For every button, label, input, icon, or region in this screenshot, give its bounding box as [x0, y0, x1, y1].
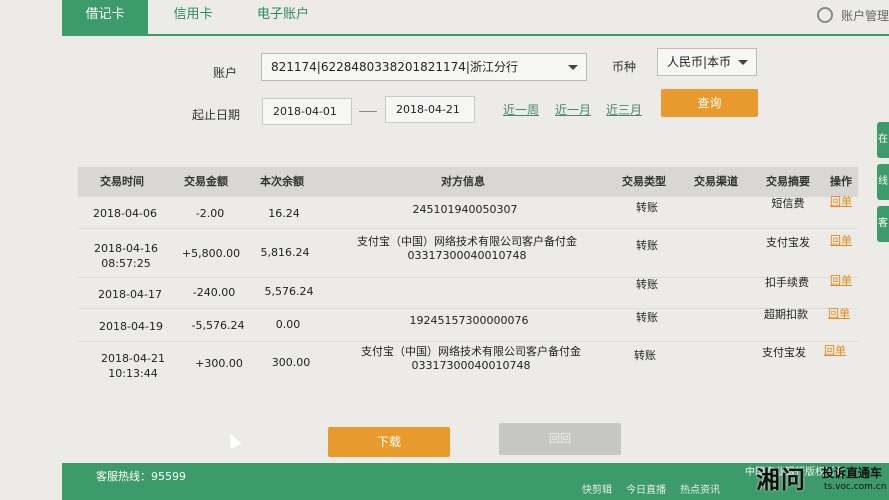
row-summary: 扣手续费: [765, 276, 809, 289]
receipt-button[interactable]: 回回: [499, 423, 621, 455]
row-type: 转账: [636, 201, 658, 214]
row-summary: 超期扣款: [764, 308, 808, 321]
receipt-link[interactable]: 回单: [820, 343, 850, 358]
taskbar-item[interactable]: 快剪辑: [582, 481, 612, 496]
row-time: 2018-04-17: [98, 288, 162, 301]
row-amount: -240.00: [192, 286, 236, 299]
row-balance: 5,816.24: [260, 246, 310, 259]
row-counterparty: 支付宝（中国）网络技术有限公司客户备付金: [357, 235, 577, 248]
watermark-text: 投诉直通车: [822, 466, 883, 480]
row-counterparty: 245101940050307: [412, 203, 518, 216]
side-tab[interactable]: 在: [877, 122, 889, 158]
watermark-url: ts.voc.com.cn: [824, 482, 887, 492]
row-time: 2018-04-16: [94, 242, 158, 255]
row-counterparty: 19245157300000076: [409, 314, 529, 327]
row-summary: 支付宝发: [762, 346, 806, 359]
header-channel: 交易渠道: [694, 175, 738, 188]
mouse-cursor-icon: [224, 431, 242, 449]
chevron-down-icon: [738, 60, 748, 65]
header-time: 交易时间: [100, 175, 144, 188]
header-type: 交易类型: [622, 175, 666, 188]
row-amount: +300.00: [195, 357, 243, 370]
row-balance: 0.00: [275, 318, 301, 331]
taskbar-item[interactable]: 今日直播: [626, 481, 666, 496]
row-balance: 5,576.24: [264, 285, 314, 298]
currency-select-value: 人民币|本币: [667, 55, 732, 69]
side-tab[interactable]: 线: [877, 164, 889, 200]
watermark: 湘问 投诉直通车 ts.voc.com.cn: [756, 460, 889, 500]
row-type: 转账: [634, 349, 656, 362]
date-range-separator: [359, 111, 377, 112]
row-summary: 短信费: [771, 197, 805, 210]
row-time: 2018-04-19: [99, 320, 163, 333]
row-time-detail: 10:13:44: [108, 367, 158, 380]
chevron-down-icon: [568, 65, 578, 70]
taskbar-item[interactable]: 热点资讯: [680, 481, 720, 496]
receipt-link[interactable]: 回单: [824, 306, 854, 321]
row-amount: -5,576.24: [191, 319, 245, 332]
row-counterparty: 支付宝（中国）网络技术有限公司客户备付金: [361, 345, 581, 358]
account-management-label: 账户管理: [840, 8, 889, 23]
header-balance: 本次余额: [260, 175, 304, 188]
tab-electronic-account[interactable]: 电子账户: [238, 0, 328, 34]
row-type: 转账: [636, 311, 658, 324]
side-tab[interactable]: 客: [877, 206, 889, 242]
receipt-link[interactable]: 回单: [826, 194, 856, 209]
table-row: 2018-04-19 -5,576.24 0.00 19245157300000…: [78, 306, 858, 342]
row-time-detail: 08:57:25: [101, 257, 151, 270]
quick-range-3months[interactable]: 近三月: [606, 101, 642, 118]
header-action: 操作: [830, 175, 852, 188]
table-row: 2018-04-16 08:57:25 +5,800.00 5,816.24 支…: [78, 229, 858, 278]
row-time: 2018-04-06: [93, 207, 157, 220]
watermark-logo: 湘问: [756, 466, 806, 494]
row-type: 转账: [636, 239, 658, 252]
table-row: 2018-04-06 -2.00 16.24 245101940050307 转…: [78, 195, 858, 229]
card-tabs: 借记卡 信用卡 电子账户 账户管理: [62, 0, 889, 36]
row-balance: 300.00: [271, 356, 311, 369]
currency-label: 币种: [612, 60, 637, 74]
service-hotline: 客服热线：95599: [96, 470, 186, 483]
quick-range-month[interactable]: 近一月: [555, 101, 591, 118]
account-select[interactable]: 821174|6228480338201821174|浙江分行: [261, 53, 587, 81]
end-date-input[interactable]: 2018-04-21: [385, 96, 475, 123]
header-amount: 交易金额: [184, 175, 228, 188]
row-amount: -2.00: [195, 207, 225, 220]
table-row: 2018-04-21 10:13:44 +300.00 300.00 支付宝（中…: [78, 342, 858, 392]
tab-credit-card[interactable]: 信用卡: [158, 0, 228, 34]
receipt-link[interactable]: 回单: [826, 233, 856, 248]
query-button[interactable]: 查询: [661, 89, 758, 117]
gear-icon: [816, 7, 833, 23]
account-management-link[interactable]: 账户管理: [816, 0, 889, 30]
currency-select[interactable]: 人民币|本币: [657, 48, 757, 76]
header-counterparty: 对方信息: [441, 175, 485, 188]
row-balance: 16.24: [268, 207, 300, 220]
header-summary: 交易摘要: [766, 175, 810, 188]
account-select-value: 821174|6228480338201821174|浙江分行: [271, 60, 518, 74]
account-label: 账户: [213, 66, 238, 80]
taskbar-items: 快剪辑 今日直播 热点资讯: [582, 481, 720, 496]
row-type: 转账: [636, 278, 658, 291]
receipt-link[interactable]: 回单: [826, 273, 856, 288]
row-amount: +5,800.00: [181, 247, 241, 260]
row-counterparty-account: 03317300040010748: [407, 249, 527, 262]
row-counterparty-account: 03317300040010748: [411, 359, 531, 372]
download-button[interactable]: 下载: [328, 427, 450, 457]
row-time: 2018-04-21: [101, 352, 165, 365]
quick-range-week[interactable]: 近一周: [503, 101, 539, 118]
transaction-table-header: 交易时间 交易金额 本次余额 对方信息 交易类型 交易渠道 交易摘要 操作: [78, 167, 858, 197]
start-date-input[interactable]: 2018-04-01: [262, 98, 352, 125]
tab-debit-card[interactable]: 借记卡: [62, 0, 148, 34]
row-summary: 支付宝发: [766, 236, 810, 249]
table-row: 2018-04-17 -240.00 5,576.24 转账 扣手续费 回单: [78, 274, 858, 309]
date-range-label: 起止日期: [192, 108, 241, 122]
